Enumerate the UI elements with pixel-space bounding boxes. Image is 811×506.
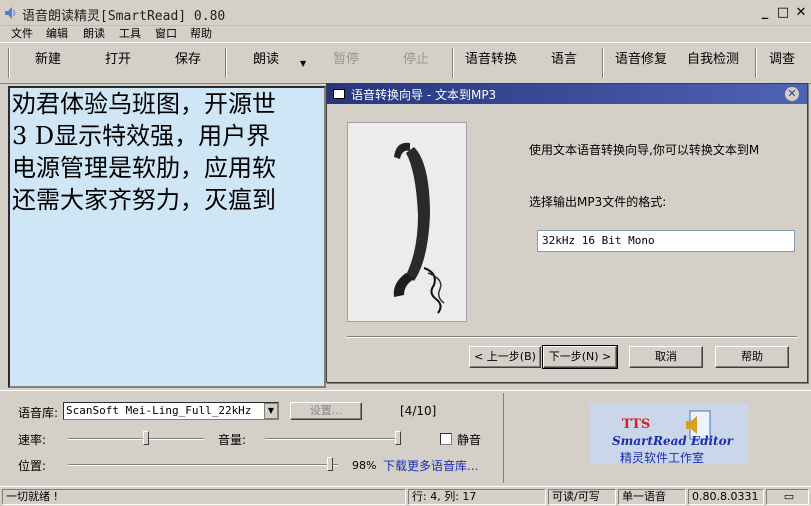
editor-line: 电源管理是软肋，应用软 — [12, 154, 276, 182]
status-bar: 一切就绪 ! 行: 4, 列: 17 可读/可写 单一语音 0.80.8.033… — [0, 486, 811, 506]
voice-count: [4/10] — [400, 404, 437, 418]
text-editor[interactable]: 劝君体验乌班图，开源世 3 D显示特效强，用户界 电源管理是软肋，应用软 还需大… — [8, 86, 326, 388]
chevron-down-icon[interactable]: ▼ — [264, 403, 278, 419]
dialog-title: 语音转换向导 - 文本到MP3 — [351, 88, 497, 102]
survey-button[interactable]: 调查 — [762, 46, 802, 74]
logo-name: SmartRead Editor — [612, 434, 733, 448]
speaker-icon — [5, 7, 15, 19]
language-button[interactable]: 语言 — [540, 46, 588, 74]
status-message: 一切就绪 ! — [2, 489, 406, 505]
editor-line: 劝君体验乌班图，开源世 — [12, 90, 276, 118]
window-title: 语音朗读精灵[SmartRead] 0.80 — [22, 9, 226, 24]
format-label: 选择输出MP3文件的格式: — [529, 195, 667, 209]
toolbar-separator — [755, 48, 757, 78]
next-button[interactable]: 下一步(N) > — [542, 345, 618, 369]
menu-edit[interactable]: 编辑 — [46, 26, 68, 42]
cancel-button[interactable]: 取消 — [629, 346, 703, 368]
dialog-close-icon[interactable]: ✕ — [785, 87, 799, 101]
read-dropdown-arrow-icon[interactable]: ▼ — [300, 59, 306, 68]
toolbar-separator — [452, 48, 454, 78]
save-button[interactable]: 保存 — [162, 46, 214, 74]
toolbar-separator — [8, 48, 10, 78]
rate-label: 速率: — [18, 433, 47, 447]
dialog-divider — [347, 336, 797, 338]
panel-divider — [503, 393, 504, 483]
editor-line: 还需大家齐努力，灭瘟到 — [12, 186, 276, 214]
read-button[interactable]: 朗读 — [240, 46, 292, 74]
toolbar-separator — [602, 48, 604, 78]
volume-slider[interactable] — [395, 431, 401, 445]
close-button[interactable]: ✕ — [794, 6, 808, 20]
stop-button[interactable]: 停止 — [390, 46, 442, 74]
telephone-handset-icon — [393, 142, 445, 314]
open-button[interactable]: 打开 — [92, 46, 144, 74]
toolbar: 新建 打开 保存 朗读 ▼ 暂停 停止 语音转换 语言 语音修复 自我检测 调查 — [0, 42, 811, 84]
conversion-wizard-dialog: 语音转换向导 - 文本到MP3 ✕ 使用文本语音转换向导,你可以转换文本到M 选… — [326, 83, 808, 383]
menu-read[interactable]: 朗读 — [83, 26, 105, 42]
settings-button[interactable]: 设置... — [290, 402, 362, 420]
voice-label: 语音库: — [18, 406, 59, 420]
editor-line: 3 D显示特效强，用户界 — [12, 122, 271, 150]
smartread-logo: TTS SmartRead Editor 精灵软件工作室 — [590, 403, 748, 465]
menu-help[interactable]: 帮助 — [190, 26, 212, 42]
edit-mode: 可读/可写 — [548, 489, 616, 505]
pause-button[interactable]: 暂停 — [320, 46, 372, 74]
menu-bar: 文件 编辑 朗读 工具 窗口 帮助 — [0, 26, 811, 42]
voice-mode: 单一语音 — [618, 489, 686, 505]
cursor-position: 行: 4, 列: 17 — [408, 489, 546, 505]
monitor-icon: ▭ — [766, 489, 809, 505]
maximize-button[interactable]: □ — [776, 6, 790, 20]
version: 0.80.8.0331 — [688, 489, 764, 505]
position-slider[interactable] — [327, 457, 333, 471]
convert-button[interactable]: 语音转换 — [460, 46, 522, 74]
rate-slider[interactable] — [143, 431, 149, 445]
mute-label: 静音 — [457, 433, 482, 447]
position-label: 位置: — [18, 459, 47, 473]
repair-button[interactable]: 语音修复 — [610, 46, 672, 74]
mute-checkbox[interactable] — [440, 433, 452, 445]
logo-tts: TTS — [622, 417, 651, 432]
rate-track — [68, 438, 204, 440]
menu-tools[interactable]: 工具 — [119, 26, 141, 42]
format-field[interactable]: 32kHz 16 Bit Mono — [537, 230, 795, 252]
telephone-image — [347, 122, 467, 322]
dialog-title-bar: 语音转换向导 - 文本到MP3 ✕ — [327, 84, 807, 104]
volume-track — [265, 438, 401, 440]
minimize-button[interactable]: _ — [758, 6, 772, 20]
toolbar-separator — [225, 48, 227, 78]
position-percent: 98% — [352, 459, 377, 472]
menu-window[interactable]: 窗口 — [155, 26, 177, 42]
control-panel: 语音库: ScanSoft Mei-Ling_Full_22kHz ▼ 设置..… — [0, 390, 811, 484]
position-track — [68, 464, 338, 466]
back-button[interactable]: < 上一步(B) — [469, 346, 541, 368]
self-test-button[interactable]: 自我检测 — [682, 46, 744, 74]
window-icon — [333, 89, 345, 99]
volume-label: 音量: — [218, 433, 247, 447]
logo-studio: 精灵软件工作室 — [620, 451, 705, 465]
title-bar: 语音朗读精灵[SmartRead] 0.80 _ □ ✕ — [0, 0, 811, 26]
download-voices-link[interactable]: 下载更多语音库... — [383, 457, 478, 474]
menu-file[interactable]: 文件 — [11, 26, 33, 42]
help-button[interactable]: 帮助 — [715, 346, 789, 368]
voice-select[interactable]: ScanSoft Mei-Ling_Full_22kHz — [63, 402, 279, 420]
new-button[interactable]: 新建 — [22, 46, 74, 74]
wizard-intro-text: 使用文本语音转换向导,你可以转换文本到M — [529, 143, 760, 157]
